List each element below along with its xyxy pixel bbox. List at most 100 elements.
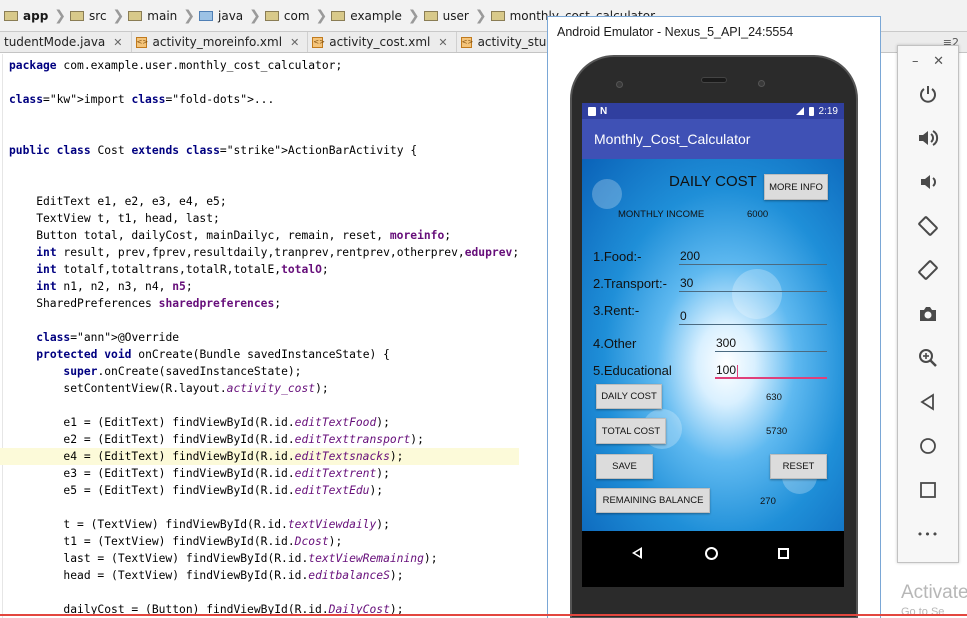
chevron-right-icon: ❯ <box>112 7 125 24</box>
breadcrumb-item-example[interactable]: example ❯ <box>331 0 423 32</box>
phone-bezel-top <box>572 57 856 102</box>
camera-icon[interactable] <box>915 301 941 327</box>
breadcrumb-item-main[interactable]: main ❯ <box>128 0 199 32</box>
phone-screen[interactable]: N 2:19 Monthly_Cost_Calculator DAILY COS… <box>582 103 844 587</box>
back-icon[interactable] <box>915 389 941 415</box>
home-icon[interactable] <box>915 433 941 459</box>
chevron-right-icon: ❯ <box>407 7 420 24</box>
code-line: class="ann">@Override <box>36 331 180 344</box>
package-icon <box>423 10 438 21</box>
code-line: public class Cost extends class="strike"… <box>9 144 418 157</box>
reset-button[interactable]: RESET <box>770 454 827 479</box>
code-line: protected void onCreate(Bundle savedInst… <box>36 348 390 361</box>
package-icon <box>490 10 505 21</box>
more-info-button[interactable]: MORE INFO <box>764 174 828 200</box>
code-line: e3 = (EditText) findViewById(R.id.editTe… <box>9 467 390 480</box>
remaining-balance-button[interactable]: REMAINING BALANCE <box>596 488 710 513</box>
rent-input[interactable]: 0 <box>679 308 827 325</box>
educational-label: 5.Educational <box>593 363 672 378</box>
other-input[interactable]: 300 <box>715 335 827 352</box>
tab-student-mode[interactable]: tudentMode.java ✕ <box>0 32 132 52</box>
breadcrumb-label: src <box>89 8 107 23</box>
volume-down-icon[interactable] <box>915 169 941 195</box>
code-line: setContentView(R.layout.activity_cost); <box>9 382 329 395</box>
notification-n-icon: N <box>600 105 608 117</box>
speaker-icon <box>701 77 727 83</box>
educational-input[interactable]: 100 <box>715 362 827 379</box>
daily-cost-button[interactable]: DAILY COST <box>596 384 662 409</box>
minimize-icon[interactable]: – <box>912 54 919 69</box>
tab-activity-cost[interactable]: <> activity_cost.xml ✕ <box>308 32 457 52</box>
close-icon[interactable]: ✕ <box>290 36 299 49</box>
code-line: int n1, n2, n3, n4, n5; <box>36 280 193 293</box>
source-folder-icon <box>199 10 213 21</box>
rotate-right-icon[interactable] <box>915 257 941 283</box>
code-line: SharedPreferences sharedpreferences; <box>9 297 282 310</box>
save-button[interactable]: SAVE <box>596 454 653 479</box>
rotate-left-icon[interactable] <box>915 213 941 239</box>
transport-input[interactable]: 30 <box>679 275 827 292</box>
android-nav-bar <box>582 531 844 587</box>
battery-icon <box>808 106 814 116</box>
app-action-bar: Monthly_Cost_Calculator <box>582 119 844 159</box>
cost-form: DAILY COST MORE INFO MONTHLY INCOME 6000… <box>582 159 844 531</box>
emulator-window[interactable]: Android Emulator - Nexus_5_API_24:5554 N <box>547 16 881 618</box>
emulator-toolbar: – ✕ ••• <box>897 45 959 563</box>
breadcrumb-item-src[interactable]: src ❯ <box>70 0 128 32</box>
code-line: Button total, dailyCost, mainDailyc, rem… <box>9 229 452 242</box>
breadcrumb-label: example <box>350 8 402 23</box>
code-line: t1 = (TextView) findViewById(R.id.Dcost)… <box>9 535 343 548</box>
more-options-icon[interactable]: ••• <box>915 521 941 547</box>
text-cursor <box>737 364 739 377</box>
camera-lens-icon <box>758 80 765 87</box>
educational-input-value: 100 <box>716 363 737 377</box>
code-line: t = (TextView) findViewById(R.id.textVie… <box>9 518 390 531</box>
zoom-icon[interactable] <box>915 345 941 371</box>
breadcrumb-item-java[interactable]: java ❯ <box>199 0 265 32</box>
power-icon[interactable] <box>915 81 941 107</box>
tab-label: activity_moreinfo.xml <box>152 35 283 49</box>
total-cost-value: 5730 <box>766 426 788 437</box>
daily-cost-heading: DAILY COST <box>669 173 757 190</box>
code-line: int totalf,totaltrans,totalR,totalE,tota… <box>36 263 329 276</box>
xml-file-icon: <> <box>135 36 149 48</box>
sensor-icon <box>616 81 623 88</box>
volume-up-icon[interactable] <box>915 125 941 151</box>
code-line: class="kw">import class="fold-dots">... <box>9 93 275 106</box>
app-title: Monthly_Cost_Calculator <box>594 131 751 147</box>
overview-icon[interactable] <box>915 477 941 503</box>
total-cost-button[interactable]: TOTAL COST <box>596 418 666 444</box>
tab-activity-moreinfo[interactable]: <> activity_moreinfo.xml ✕ <box>132 32 309 52</box>
breadcrumb-item-com[interactable]: com ❯ <box>264 0 331 32</box>
chevron-right-icon: ❯ <box>474 7 487 24</box>
breadcrumb-label: main <box>147 8 178 23</box>
other-label: 4.Other <box>593 336 637 351</box>
tab-label: tudentMode.java <box>4 35 106 49</box>
window-border-accent <box>0 614 967 616</box>
nav-overview-icon[interactable] <box>778 548 789 559</box>
android-status-bar: N 2:19 <box>582 103 844 119</box>
close-icon[interactable]: ✕ <box>113 36 122 49</box>
tab-label: activity_cost.xml <box>329 35 431 49</box>
breadcrumb-label: java <box>218 8 244 23</box>
food-label: 1.Food:- <box>593 249 642 264</box>
breadcrumb-item-user[interactable]: user ❯ <box>423 0 491 32</box>
close-icon[interactable]: ✕ <box>933 54 944 69</box>
nav-home-icon[interactable] <box>705 547 718 560</box>
code-line: head = (TextView) findViewById(R.id.edit… <box>9 569 404 582</box>
breadcrumb-label: com <box>283 8 310 23</box>
signal-icon <box>795 107 804 115</box>
module-folder-icon <box>4 10 18 21</box>
close-icon[interactable]: ✕ <box>438 36 447 49</box>
food-input[interactable]: 200 <box>679 248 827 265</box>
breadcrumb-label: user <box>442 8 469 23</box>
daily-cost-value: 630 <box>766 392 782 403</box>
code-line: int result, prev,fprev,resultdaily,tranp… <box>36 246 520 259</box>
breadcrumb-item-app[interactable]: app ❯ <box>4 0 70 32</box>
